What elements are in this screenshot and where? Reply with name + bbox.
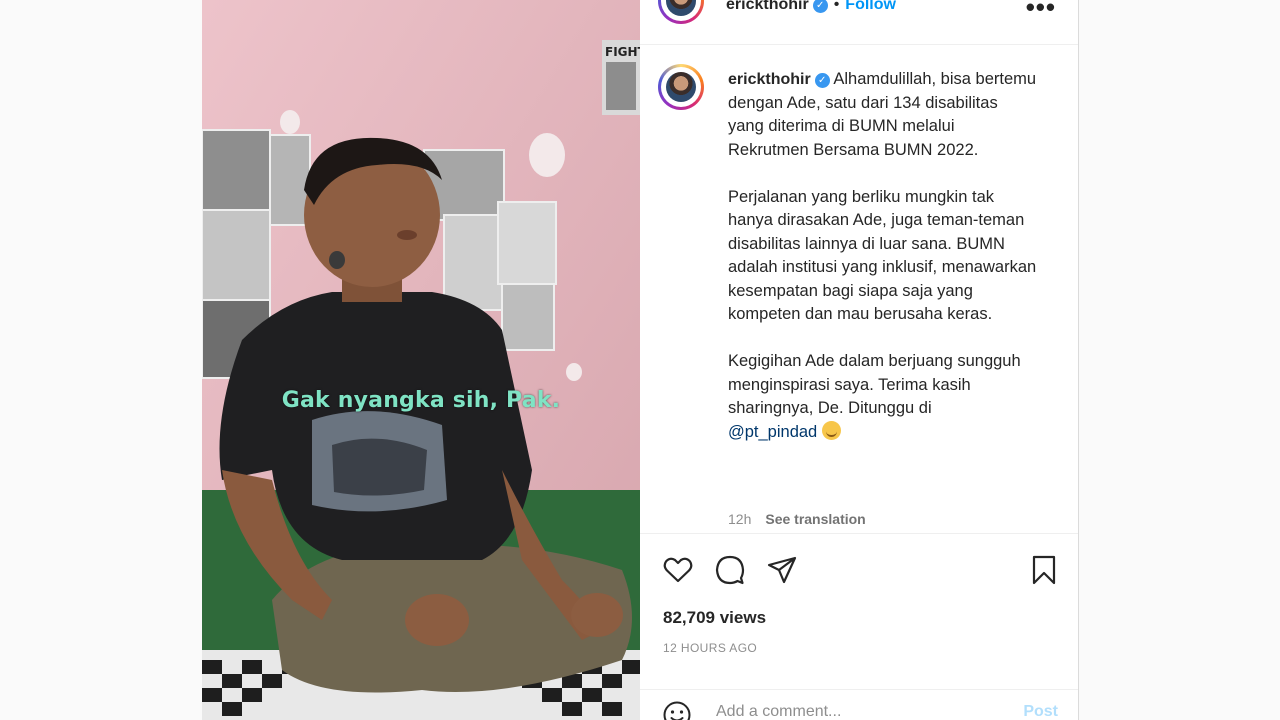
post-caption: erickthohir ✓ Alhamdulillah, bisa bertemu… [728,68,1038,468]
share-paper-plane-icon[interactable] [766,554,798,586]
caption-paragraph-3: Kegigihan Ade dalam berjuang sungguh men… [728,350,1038,444]
comment-input[interactable] [714,702,1008,720]
avatar-ring-inner [661,67,701,107]
post-side-panel: erickthohir ✓ • Follow ••• erickthohir ✓ Alh… [640,0,1079,720]
video-subtitle: Gak nyangka sih, Pak. [281,388,561,413]
smiling-face-emoji-icon [821,420,841,440]
like-heart-icon[interactable] [662,554,694,586]
caption-meta: 12h See translation [728,511,866,527]
follow-button[interactable]: Follow [845,0,896,13]
avatar-ring-inner [661,0,701,21]
post-video[interactable]: FIGHT [202,0,640,720]
views-count[interactable]: 82,709 views [663,608,766,628]
author-row: erickthohir ✓ • Follow [726,0,896,14]
caption-paragraph-2: Perjalanan yang berliku mungkin tak hany… [728,187,1037,324]
save-bookmark-icon[interactable] [1028,554,1060,586]
more-options-icon[interactable]: ••• [1026,0,1056,23]
see-translation-button[interactable]: See translation [765,511,865,527]
caption-text-3: Kegigihan Ade dalam berjuang sungguh men… [728,352,1021,417]
author-username[interactable]: erickthohir [726,0,809,13]
post-header: erickthohir ✓ • Follow ••• [640,0,1078,45]
post-comment-button[interactable]: Post [1023,703,1058,720]
post-actions: 82,709 views 12 HOURS AGO Post [640,533,1078,720]
caption-paragraph-1: erickthohir ✓ Alhamdulillah, bisa bertemu… [728,68,1038,162]
comment-bubble-icon[interactable] [714,554,746,586]
emoji-picker-icon[interactable] [662,700,692,720]
comment-composer: Post [640,689,1078,720]
video-frame: FIGHT [202,0,640,720]
wall-poster-text: FIGHT [605,45,640,59]
separator-dot: • [833,0,840,13]
verified-badge-icon: ✓ [814,73,830,88]
post-timestamp: 12 HOURS AGO [663,641,758,655]
mention-link[interactable]: @pt_pindad [728,423,817,441]
caption-username[interactable]: erickthohir [728,71,811,88]
avatar-image [666,72,696,102]
avatar-image [666,0,696,16]
author-avatar[interactable] [658,0,704,24]
caption-author-avatar[interactable] [658,64,704,110]
verified-badge-icon: ✓ [812,0,828,13]
post-time[interactable]: 12h [728,511,751,527]
